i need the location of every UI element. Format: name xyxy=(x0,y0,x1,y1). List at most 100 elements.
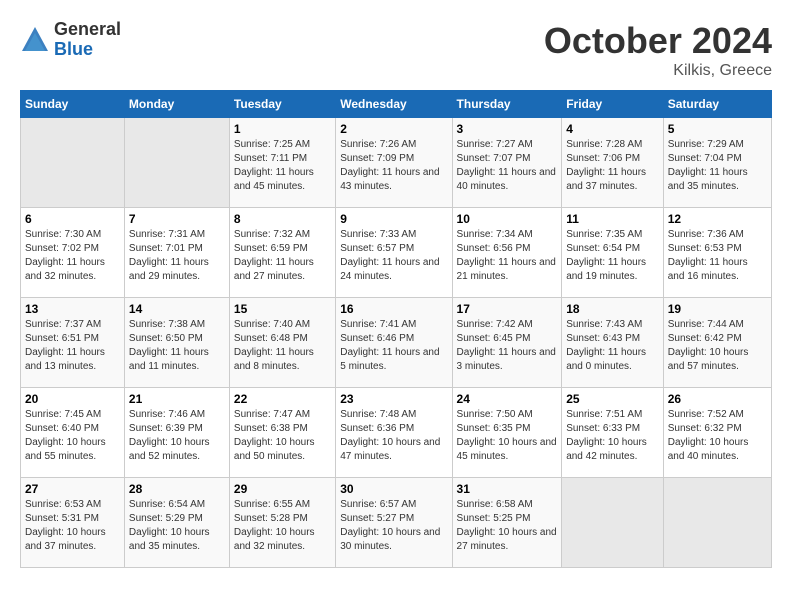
day-number: 6 xyxy=(25,212,120,226)
calendar-cell: 19Sunrise: 7:44 AMSunset: 6:42 PMDayligh… xyxy=(663,298,771,388)
day-info: Sunrise: 7:26 AM Sunset: 7:09 PM Daylight:… xyxy=(340,138,447,194)
sunset-text: Sunset: 5:28 PM xyxy=(234,513,308,524)
col-thursday: Thursday xyxy=(452,91,562,118)
month-title: October 2024 xyxy=(544,20,772,62)
daylight-text: Daylight: 11 hours and 45 minutes. xyxy=(234,167,314,192)
calendar-cell xyxy=(663,478,771,568)
daylight-text: Daylight: 11 hours and 8 minutes. xyxy=(234,347,314,372)
sunset-text: Sunset: 7:02 PM xyxy=(25,243,99,254)
daylight-text: Daylight: 11 hours and 29 minutes. xyxy=(129,257,209,282)
location-subtitle: Kilkis, Greece xyxy=(544,62,772,80)
sunrise-text: Sunrise: 7:48 AM xyxy=(340,409,416,420)
day-info: Sunrise: 7:37 AMSunset: 6:51 PMDaylight:… xyxy=(25,318,120,374)
sunset-text: Sunset: 6:39 PM xyxy=(129,423,203,434)
day-number: 16 xyxy=(340,302,447,316)
daylight-text: Daylight: 10 hours and 30 minutes. xyxy=(340,527,440,552)
calendar-cell: 9 Sunrise: 7:33 AMSunset: 6:57 PMDaylight… xyxy=(336,208,452,298)
day-number: 4 xyxy=(566,122,659,136)
calendar-cell: 8Sunrise: 7:32 AMSunset: 6:59 PMDaylight… xyxy=(229,208,335,298)
calendar-cell: 6Sunrise: 7:30 AMSunset: 7:02 PMDaylight… xyxy=(21,208,125,298)
calendar-cell xyxy=(124,118,229,208)
daylight-text: Daylight: 10 hours and 45 minutes. xyxy=(457,437,557,462)
calendar-header: Sunday Monday Tuesday Wednesday Thursday… xyxy=(21,91,772,118)
calendar-week-row: 27Sunrise: 6:53 AMSunset: 5:31 PMDayligh… xyxy=(21,478,772,568)
day-number: 29 xyxy=(234,482,331,496)
calendar-cell: 15Sunrise: 7:40 AMSunset: 6:48 PMDayligh… xyxy=(229,298,335,388)
day-number: 11 xyxy=(566,212,659,226)
sunset-text: Sunset: 6:54 PM xyxy=(566,243,640,254)
daylight-text: Daylight: 11 hours and 19 minutes. xyxy=(566,257,646,282)
sunset-text: Sunset: 6:59 PM xyxy=(234,243,308,254)
daylight-text: Daylight: 10 hours and 27 minutes. xyxy=(457,527,557,552)
col-monday: Monday xyxy=(124,91,229,118)
day-info: Sunrise: 7:41 AMSunset: 6:46 PMDaylight:… xyxy=(340,318,447,374)
weekday-row: Sunday Monday Tuesday Wednesday Thursday… xyxy=(21,91,772,118)
calendar-week-row: 1Sunrise: 7:25 AMSunset: 7:11 PMDaylight… xyxy=(21,118,772,208)
sunset-text: Sunset: 5:29 PM xyxy=(129,513,203,524)
calendar-cell: 14Sunrise: 7:38 AMSunset: 6:50 PMDayligh… xyxy=(124,298,229,388)
calendar-cell: 3Sunrise: 7:27 AMSunset: 7:07 PMDaylight… xyxy=(452,118,562,208)
calendar-cell xyxy=(21,118,125,208)
sunrise-text: Sunrise: 7:33 AM xyxy=(340,229,416,240)
sunrise-text: Sunrise: 7:30 AM xyxy=(25,229,101,240)
sunset-text: Sunset: 6:50 PM xyxy=(129,333,203,344)
logo-general: General xyxy=(54,20,121,40)
sunset-text: Sunset: 7:04 PM xyxy=(668,153,742,164)
day-number: 9 xyxy=(340,212,447,226)
daylight-text: Daylight: 11 hours and 40 minutes. xyxy=(457,167,556,192)
day-info: Sunrise: 7:28 AMSunset: 7:06 PMDaylight:… xyxy=(566,138,659,194)
calendar-cell: 11 Sunrise: 7:35 AMSunset: 6:54 PMDayligh… xyxy=(562,208,664,298)
sunrise-text: Sunrise: 7:38 AM xyxy=(129,319,205,330)
daylight-text: Daylight: 10 hours and 50 minutes. xyxy=(234,437,315,462)
logo-text: General Blue xyxy=(54,20,121,60)
sunset-text: Sunset: 6:42 PM xyxy=(668,333,742,344)
daylight-text: Daylight: 10 hours and 32 minutes. xyxy=(234,527,315,552)
sunset-text: Sunset: 7:06 PM xyxy=(566,153,640,164)
sunrise-text: Sunrise: 6:55 AM xyxy=(234,499,310,510)
daylight-text: Daylight: 11 hours and 43 minutes. xyxy=(340,167,439,192)
daylight-text: Daylight: 11 hours and 5 minutes. xyxy=(340,347,439,372)
sunset-text: Sunset: 5:27 PM xyxy=(340,513,414,524)
title-block: October 2024 Kilkis, Greece xyxy=(544,20,772,80)
sunrise-text: Sunrise: 7:34 AM xyxy=(457,229,533,240)
day-info: Sunrise: 7:33 AMSunset: 6:57 PMDaylight:… xyxy=(340,228,447,284)
day-info: Sunrise: 7:42 AMSunset: 6:45 PMDaylight:… xyxy=(457,318,558,374)
daylight-text: Daylight: 10 hours and 40 minutes. xyxy=(668,437,749,462)
calendar-cell: 7Sunrise: 7:31 AMSunset: 7:01 PMDaylight… xyxy=(124,208,229,298)
day-number: 12 xyxy=(668,212,767,226)
day-info: Sunrise: 7:46 AMSunset: 6:39 PMDaylight:… xyxy=(129,408,225,464)
day-info: Sunrise: 7:27 AMSunset: 7:07 PMDaylight:… xyxy=(457,138,558,194)
day-number: 21 xyxy=(129,392,225,406)
day-info: Sunrise: 7:40 AMSunset: 6:48 PMDaylight:… xyxy=(234,318,331,374)
day-info: Sunrise: 7:48 AMSunset: 6:36 PMDaylight:… xyxy=(340,408,447,464)
sunset-text: Sunset: 7:11 PM xyxy=(234,153,307,164)
sunrise-text: Sunrise: 6:58 AM xyxy=(457,499,533,510)
day-number: 28 xyxy=(129,482,225,496)
day-info: Sunrise: 7:51 AMSunset: 6:33 PMDaylight:… xyxy=(566,408,659,464)
sunrise-text: Sunrise: 7:26 AM xyxy=(340,139,416,150)
daylight-text: Daylight: 10 hours and 37 minutes. xyxy=(25,527,106,552)
daylight-text: Daylight: 10 hours and 55 minutes. xyxy=(25,437,106,462)
sunset-text: Sunset: 7:09 PM xyxy=(340,153,414,164)
day-info: Sunrise: 7:36 AMSunset: 6:53 PMDaylight:… xyxy=(668,228,767,284)
day-number: 2 xyxy=(340,122,447,136)
sunset-text: Sunset: 6:51 PM xyxy=(25,333,99,344)
day-number: 8 xyxy=(234,212,331,226)
daylight-text: Daylight: 11 hours and 13 minutes. xyxy=(25,347,105,372)
day-number: 31 xyxy=(457,482,558,496)
calendar-cell: 10Sunrise: 7:34 AMSunset: 6:56 PMDayligh… xyxy=(452,208,562,298)
sunrise-text: Sunrise: 7:44 AM xyxy=(668,319,744,330)
calendar-cell: 23 Sunrise: 7:48 AMSunset: 6:36 PMDayligh… xyxy=(336,388,452,478)
calendar-cell: 17Sunrise: 7:42 AMSunset: 6:45 PMDayligh… xyxy=(452,298,562,388)
day-number: 30 xyxy=(340,482,447,496)
calendar-cell: 25Sunrise: 7:51 AMSunset: 6:33 PMDayligh… xyxy=(562,388,664,478)
sunrise-text: Sunrise: 6:54 AM xyxy=(129,499,205,510)
calendar-cell: 13Sunrise: 7:37 AMSunset: 6:51 PMDayligh… xyxy=(21,298,125,388)
sunrise-text: Sunrise: 7:46 AM xyxy=(129,409,205,420)
day-number: 23 xyxy=(340,392,447,406)
calendar-cell xyxy=(562,478,664,568)
col-sunday: Sunday xyxy=(21,91,125,118)
daylight-text: Daylight: 10 hours and 57 minutes. xyxy=(668,347,749,372)
day-info: Sunrise: 7:35 AMSunset: 6:54 PMDaylight:… xyxy=(566,228,659,284)
sunset-text: Sunset: 6:46 PM xyxy=(340,333,414,344)
